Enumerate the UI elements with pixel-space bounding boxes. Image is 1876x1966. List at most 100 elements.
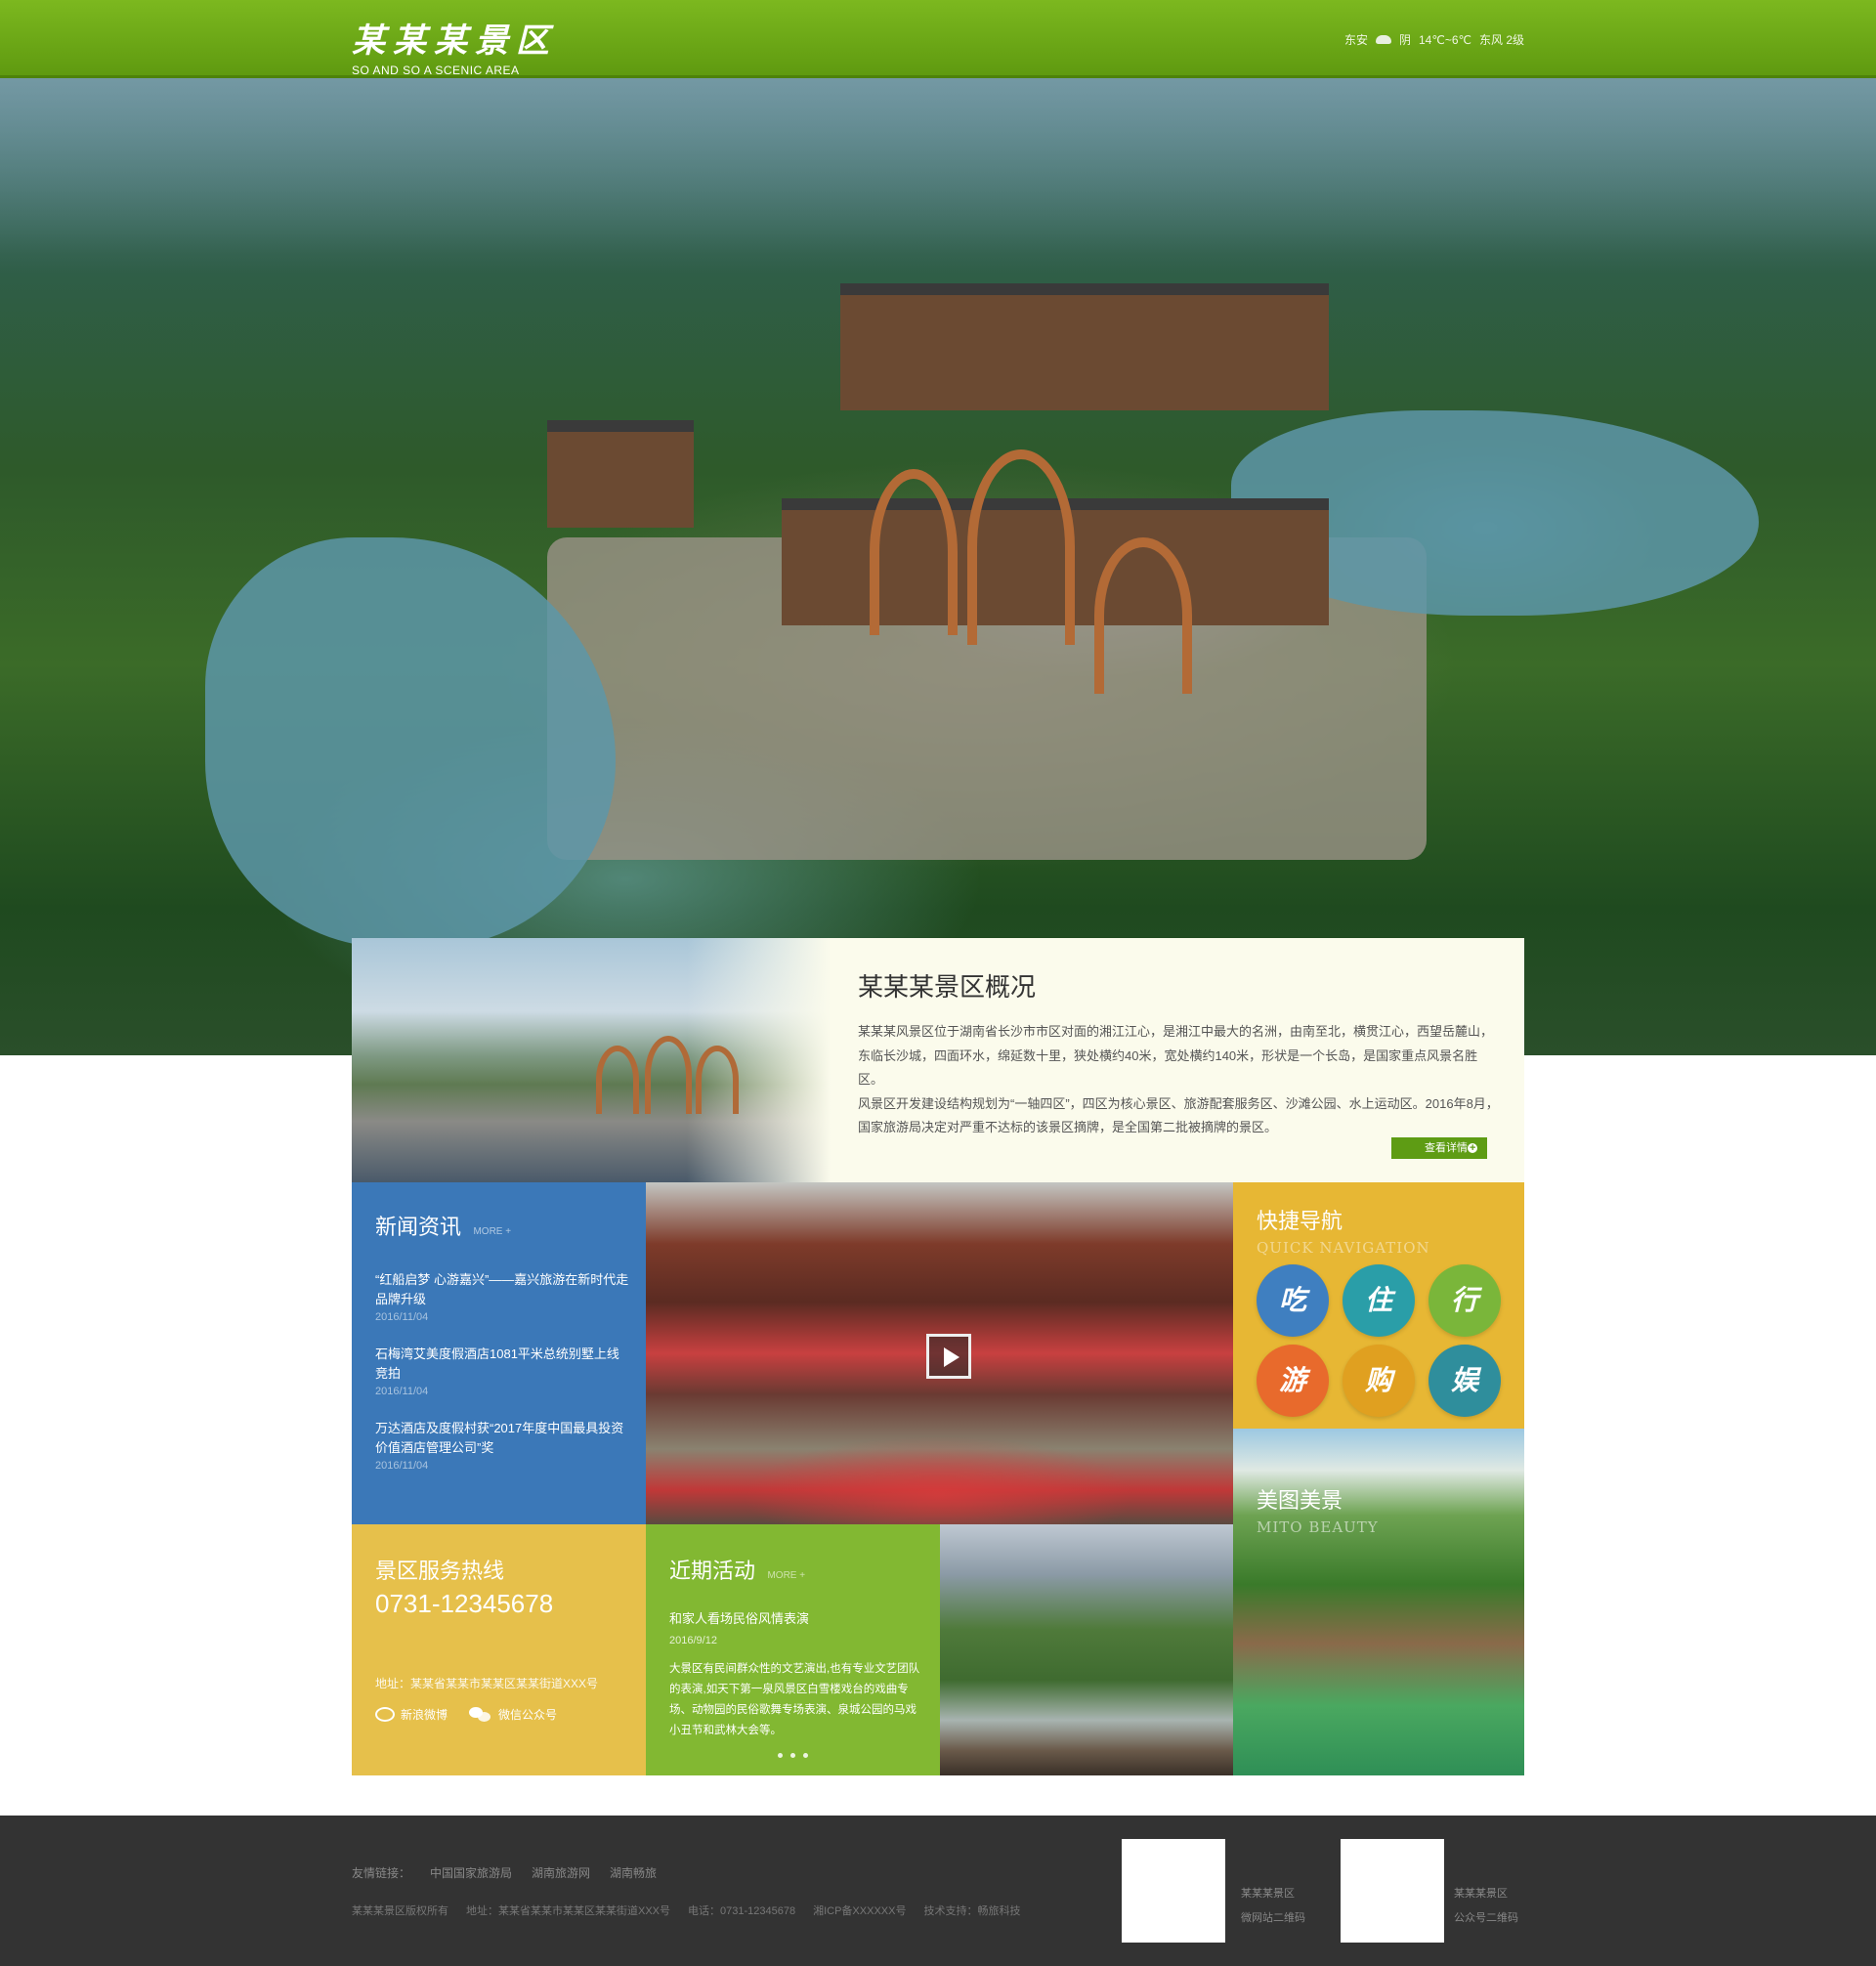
weibo-icon: [375, 1707, 395, 1722]
qr-website-label: 微网站二维码: [1241, 1912, 1305, 1924]
weather-widget: 东安 阴 14℃~6℃ 东风 2级: [1344, 31, 1524, 48]
hotline-panel: 景区服务热线 0731-12345678 地址：某某省某某市某某区某某街道XXX…: [352, 1524, 646, 1775]
friend-link[interactable]: 湖南畅旅: [610, 1864, 657, 1881]
play-icon: [944, 1347, 959, 1367]
weather-wind: 东风 2级: [1478, 33, 1524, 47]
activity-title: 近期活动: [669, 1559, 756, 1583]
view-details-button[interactable]: 查看详情: [1391, 1137, 1487, 1159]
qr-code-wechat: [1341, 1839, 1444, 1943]
beauty-subtitle: MITO BEAUTY: [1257, 1518, 1379, 1536]
activity-header: 近期活动 MORE +: [669, 1554, 805, 1585]
news-item[interactable]: 石梅湾艾美度假酒店1081平米总统别墅上线竞拍 2016/11/04: [375, 1345, 629, 1397]
wechat-link[interactable]: 微信公众号: [469, 1706, 557, 1723]
overview-arch: [696, 1046, 739, 1114]
qr-website-caption: 某某某景区 微网站二维码: [1241, 1882, 1305, 1931]
news-item-title: 石梅湾艾美度假酒店1081平米总统别墅上线竞拍: [375, 1346, 619, 1381]
wechat-icon: [469, 1706, 492, 1723]
logo-english: SO AND SO A SCENIC AREA: [352, 64, 520, 77]
news-item-title: 万达酒店及度假村获“2017年度中国最具投资价值酒店管理公司”奖: [375, 1421, 624, 1455]
qr-code-website: [1122, 1839, 1225, 1943]
logo-chinese: 某某某景区: [352, 21, 557, 61]
hero-building-main: [840, 283, 1329, 410]
wechat-label: 微信公众号: [498, 1708, 558, 1722]
nav-stay-button[interactable]: 住: [1343, 1264, 1415, 1337]
nav-travel-button[interactable]: 行: [1428, 1264, 1501, 1337]
overview-paragraph: 某某某风景区位于湖南省长沙市市区对面的湘江江心，是湘江中最大的名洲，由南至北，横…: [858, 1024, 1494, 1087]
nav-tour-button[interactable]: 游: [1257, 1345, 1329, 1417]
hero-gate-arch: [1094, 537, 1192, 694]
quick-nav-subtitle: QUICK NAVIGATION: [1257, 1239, 1430, 1257]
footer-icp: 湘ICP备XXXXXX号: [813, 1905, 907, 1917]
news-item-title: “红船启梦 心游嘉兴”——嘉兴旅游在新时代走品牌升级: [375, 1272, 629, 1306]
hotline-title: 景区服务热线: [375, 1559, 505, 1583]
activity-panel: 近期活动 MORE + 和家人看场民俗风情表演 2016/9/12 大景区有民间…: [646, 1524, 940, 1775]
nav-entertain-button[interactable]: 娱: [1428, 1345, 1501, 1417]
activity-item-date: 2016/9/12: [669, 1635, 717, 1646]
social-links: 新浪微博 微信公众号: [375, 1706, 557, 1723]
carousel-dot[interactable]: [778, 1753, 783, 1758]
weibo-label: 新浪微博: [401, 1708, 448, 1722]
overview-title: 某某某景区概况: [858, 972, 1037, 1002]
overview-image: [352, 938, 831, 1182]
carousel-dots: [778, 1753, 808, 1758]
overview-paragraph: 风景区开发建设结构规划为“一轴四区”，四区为核心景区、旅游配套服务区、沙滩公园、…: [858, 1095, 1499, 1135]
header-bar: 某某某景区 SO AND SO A SCENIC AREA 东安 阴 14℃~6…: [0, 0, 1876, 78]
quick-nav-title: 快捷导航: [1257, 1209, 1343, 1233]
activity-item-description: 大景区有民间群众性的文艺演出,也有专业文艺团队的表演,如天下第一泉风景区白雪楼戏…: [669, 1663, 920, 1736]
footer: 友情链接： 中国国家旅游局 湖南旅游网 湖南畅旅 某某某景区版权所有 地址：某某…: [0, 1816, 1876, 1966]
friend-link[interactable]: 湖南旅游网: [532, 1864, 590, 1881]
weibo-link[interactable]: 新浪微博: [375, 1706, 448, 1723]
news-item-date: 2016/11/04: [375, 1386, 429, 1397]
overview-text: 某某某风景区位于湖南省长沙市市区对面的湘江江心，是湘江中最大的名洲，由南至北，横…: [858, 1020, 1503, 1140]
hotline-phone: 0731-12345678: [375, 1589, 554, 1618]
news-item[interactable]: “红船启梦 心游嘉兴”——嘉兴旅游在新时代走品牌升级 2016/11/04: [375, 1270, 629, 1323]
news-item-date: 2016/11/04: [375, 1311, 429, 1323]
plus-circle-icon: [1468, 1137, 1477, 1159]
hero-gate-arch: [967, 449, 1075, 645]
news-item-date: 2016/11/04: [375, 1460, 429, 1472]
qr-wechat-name: 某某某景区: [1454, 1888, 1508, 1900]
nav-eat-button[interactable]: 吃: [1257, 1264, 1329, 1337]
friend-links: 友情链接： 中国国家旅游局 湖南旅游网 湖南畅旅: [352, 1864, 657, 1881]
carousel-dot[interactable]: [803, 1753, 808, 1758]
hero-mist: [0, 78, 1876, 274]
beauty-title: 美图美景: [1257, 1488, 1343, 1513]
overview-section: 某某某景区概况 某某某风景区位于湖南省长沙市市区对面的湘江江心，是湘江中最大的名…: [352, 938, 1524, 1182]
activity-item-title[interactable]: 和家人看场民俗风情表演: [669, 1608, 809, 1627]
news-item[interactable]: 万达酒店及度假村获“2017年度中国最具投资价值酒店管理公司”奖 2016/11…: [375, 1419, 629, 1472]
activity-more-link[interactable]: MORE +: [767, 1570, 805, 1581]
play-button[interactable]: [926, 1334, 971, 1379]
news-header: 新闻资讯 MORE +: [375, 1210, 511, 1241]
weather-temp: 14℃~6℃: [1419, 32, 1471, 47]
weather-city: 东安: [1343, 33, 1368, 47]
hero-gate-arch: [870, 469, 958, 635]
copyright-line: 某某某景区版权所有 地址：某某省某某市某某区某某街道XXX号 电话：0731-1…: [352, 1902, 1020, 1918]
nav-shop-button[interactable]: 购: [1343, 1345, 1415, 1417]
overview-arch: [645, 1036, 692, 1114]
footer-support: 技术支持：畅旅科技: [923, 1905, 1021, 1917]
view-details-label: 查看详情: [1425, 1142, 1468, 1154]
overview-arch: [596, 1046, 639, 1114]
friend-links-label: 友情链接：: [352, 1866, 411, 1880]
news-list: “红船启梦 心游嘉兴”——嘉兴旅游在新时代走品牌升级 2016/11/04 石梅…: [375, 1270, 629, 1493]
news-panel: 新闻资讯 MORE + “红船启梦 心游嘉兴”——嘉兴旅游在新时代走品牌升级 2…: [352, 1182, 646, 1524]
qr-wechat-label: 公众号二维码: [1454, 1912, 1518, 1924]
quick-nav-header: 快捷导航 QUICK NAVIGATION: [1257, 1204, 1430, 1257]
video-panel: [646, 1182, 1233, 1524]
cloud-icon: [1375, 35, 1391, 44]
hero-banner-image: [0, 78, 1876, 1055]
news-more-link[interactable]: MORE +: [473, 1226, 511, 1237]
footer-address: 地址：某某省某某市某某区某某街道XXX号: [466, 1905, 671, 1917]
qr-website-name: 某某某景区: [1241, 1888, 1295, 1900]
carousel-dot[interactable]: [790, 1753, 795, 1758]
weather-condition: 阴: [1398, 33, 1411, 47]
copyright-text: 某某某景区版权所有: [352, 1905, 448, 1917]
gorge-photo-tile[interactable]: [940, 1524, 1233, 1775]
news-title: 新闻资讯: [375, 1215, 462, 1239]
footer-phone: 电话：0731-12345678: [688, 1905, 796, 1917]
beauty-header: 美图美景 MITO BEAUTY: [1257, 1483, 1379, 1536]
site-logo[interactable]: 某某某景区 SO AND SO A SCENIC AREA: [352, 14, 557, 77]
friend-link[interactable]: 中国国家旅游局: [430, 1864, 512, 1881]
beauty-gallery-tile[interactable]: 美图美景 MITO BEAUTY: [1233, 1429, 1524, 1775]
quick-nav-panel: 快捷导航 QUICK NAVIGATION 吃 住 行 游 购 娱: [1233, 1182, 1524, 1429]
